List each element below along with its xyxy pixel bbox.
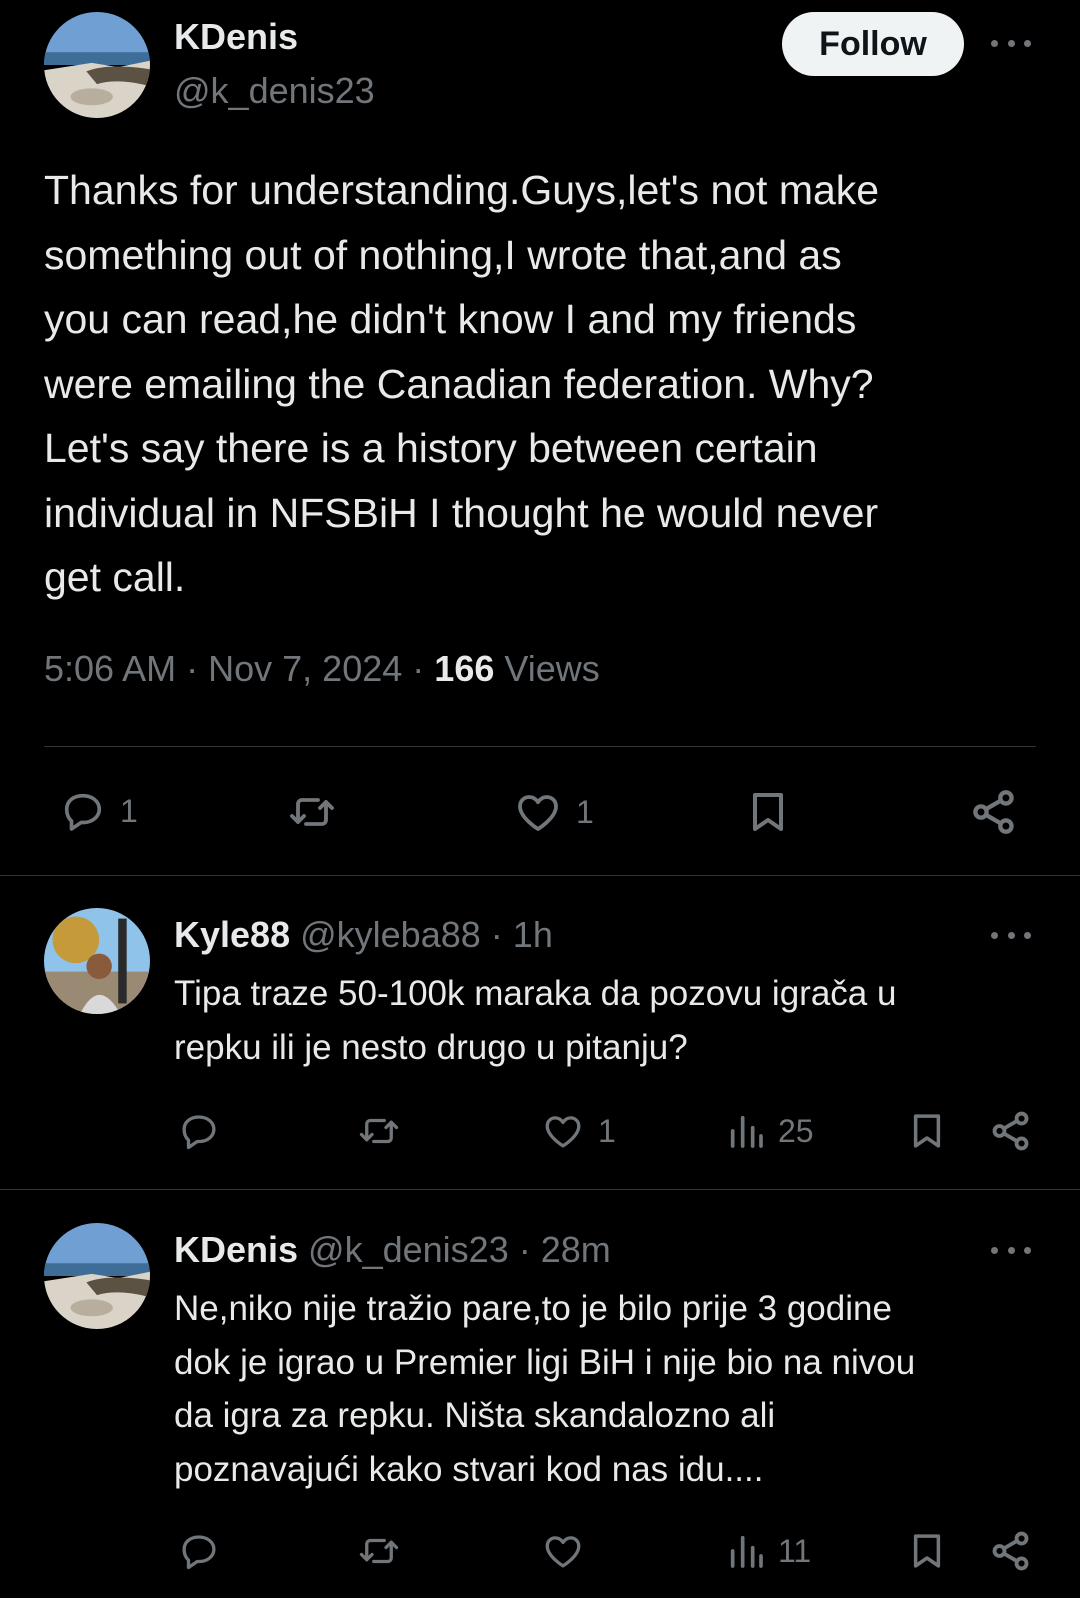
tweet-text: Thanks for understanding.Guys,let's not … — [44, 167, 880, 600]
views-count: 166 — [434, 648, 495, 689]
reply-header: KDenis @k_denis23 · 28m — [174, 1229, 611, 1271]
divider — [0, 1189, 1080, 1190]
repost-icon — [359, 1118, 399, 1144]
share-button[interactable] — [968, 786, 1020, 838]
repost-icon — [290, 798, 334, 826]
reply-header: Kyle88 @kyleba88 · 1h — [174, 914, 553, 956]
meta-separator: · — [490, 914, 503, 955]
author-handle[interactable]: @k_denis23 — [174, 70, 375, 112]
more-icon[interactable] — [991, 37, 1031, 49]
share-icon — [973, 790, 1014, 834]
reply-time[interactable]: 28m — [541, 1229, 611, 1270]
reply-author-handle[interactable]: @kyleba88 — [300, 914, 481, 955]
views-count: 11 — [778, 1532, 812, 1569]
like-icon — [545, 1116, 581, 1148]
author-name[interactable]: KDenis — [174, 16, 298, 58]
meta-separator: · — [518, 1229, 531, 1270]
reply-count: 1 — [120, 792, 138, 829]
meta-separator: · — [412, 648, 425, 689]
like-count: 1 — [598, 1112, 616, 1149]
views-icon — [730, 1535, 763, 1568]
like-button[interactable]: 1 — [512, 788, 594, 836]
reply-button[interactable] — [176, 1530, 222, 1572]
reply-icon — [182, 1115, 216, 1150]
share-icon — [992, 1111, 1029, 1151]
author-avatar[interactable] — [44, 12, 150, 118]
more-icon[interactable] — [991, 1244, 1031, 1256]
reply-avatar[interactable] — [44, 1223, 150, 1329]
reply-text: Tipa traze 50-100k maraka da pozovu igra… — [174, 974, 897, 1067]
bookmark-button[interactable] — [744, 786, 792, 838]
follow-button[interactable]: Follow — [782, 12, 964, 76]
repost-button[interactable] — [284, 788, 340, 836]
tweet-time[interactable]: 5:06 AM — [44, 648, 176, 689]
like-button[interactable]: 1 — [540, 1110, 616, 1152]
reply-button[interactable] — [176, 1110, 222, 1152]
reply-button[interactable]: 1 — [58, 788, 138, 834]
like-icon — [518, 795, 558, 831]
meta-separator: · — [186, 648, 199, 689]
reply-icon — [64, 793, 102, 831]
reply-author-name[interactable]: KDenis — [174, 1229, 298, 1270]
views-button[interactable]: 11 — [726, 1530, 811, 1572]
reply-author-handle[interactable]: @k_denis23 — [308, 1229, 509, 1270]
tweet-meta: 5:06 AM · Nov 7, 2024 · 166 Views — [44, 648, 600, 690]
repost-button[interactable] — [354, 1110, 404, 1152]
reply-icon — [182, 1535, 216, 1570]
divider — [44, 746, 1036, 747]
like-icon — [545, 1536, 581, 1568]
like-count: 1 — [576, 793, 594, 830]
reply-time[interactable]: 1h — [513, 914, 553, 955]
like-button[interactable] — [540, 1530, 598, 1572]
reply-avatar[interactable] — [44, 908, 150, 1014]
bookmark-button[interactable] — [906, 1108, 948, 1154]
views-button[interactable]: 25 — [726, 1110, 814, 1152]
bookmark-button[interactable] — [906, 1528, 948, 1574]
share-button[interactable] — [988, 1108, 1034, 1154]
bookmark-icon — [913, 1534, 941, 1568]
views-count: 25 — [778, 1112, 814, 1149]
share-button[interactable] — [988, 1528, 1034, 1574]
divider — [0, 875, 1080, 876]
tweet-date[interactable]: Nov 7, 2024 — [208, 648, 402, 689]
reply-author-name[interactable]: Kyle88 — [174, 914, 290, 955]
views-icon — [730, 1115, 763, 1148]
share-icon — [992, 1531, 1029, 1571]
more-icon[interactable] — [991, 929, 1031, 941]
bookmark-icon — [913, 1114, 941, 1148]
repost-button[interactable] — [354, 1530, 404, 1572]
views-label: Views — [504, 648, 600, 689]
bookmark-icon — [753, 793, 783, 831]
repost-icon — [359, 1538, 399, 1564]
reply-text: Ne,niko nije tražio pare,to je bilo prij… — [174, 1289, 916, 1489]
